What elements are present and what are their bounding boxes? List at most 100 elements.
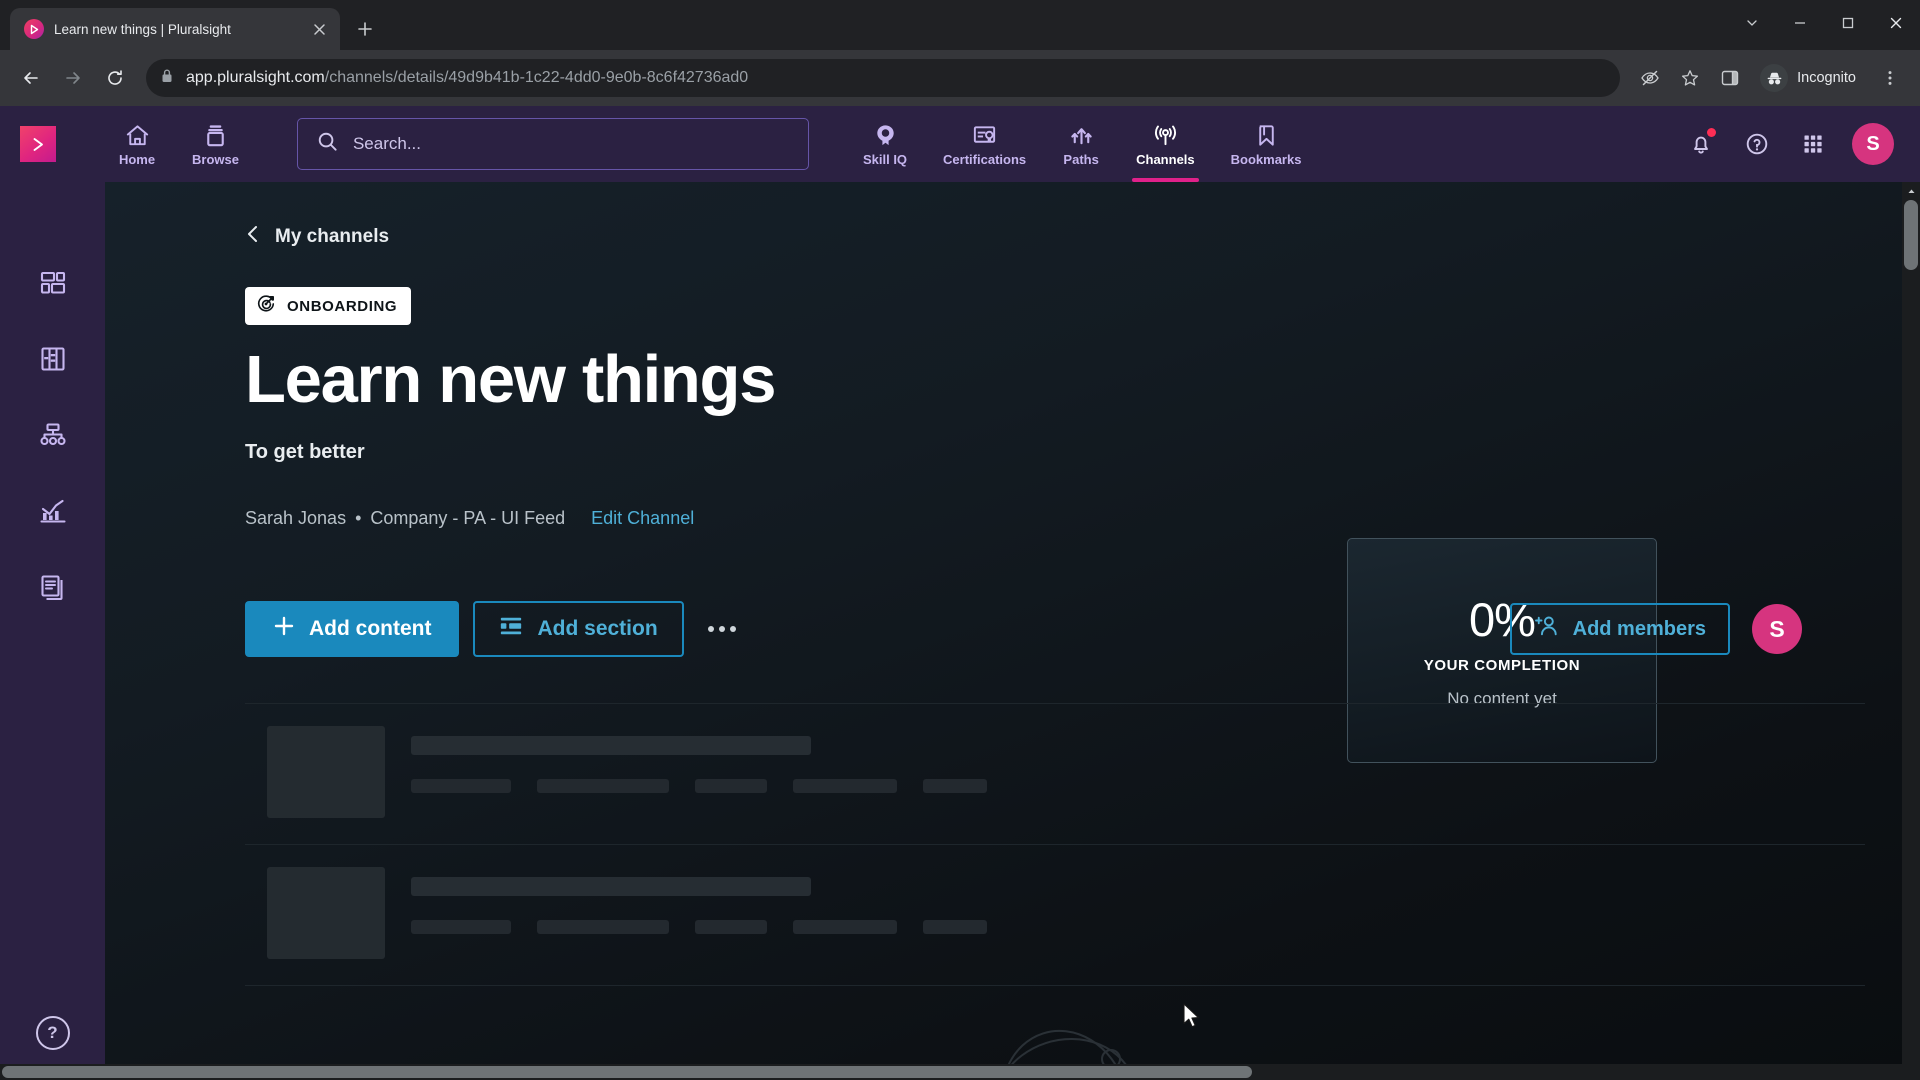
chevron-left-icon[interactable] [245, 224, 261, 249]
horizontal-scrollbar[interactable] [0, 1064, 1902, 1080]
add-members-button[interactable]: Add members [1509, 603, 1730, 656]
window-close-button[interactable] [1872, 0, 1920, 46]
more-options-button[interactable] [696, 603, 748, 655]
edit-channel-link[interactable]: Edit Channel [591, 508, 694, 529]
skeleton-chip [793, 920, 897, 935]
skeleton-lines [411, 726, 1865, 794]
channel-author: Sarah Jonas [245, 508, 347, 529]
side-panel-icon[interactable] [1712, 60, 1748, 96]
add-section-button[interactable]: Add section [473, 601, 684, 658]
status-badge: ONBOARDING [245, 287, 412, 325]
kebab-menu-icon[interactable] [1872, 60, 1908, 96]
notification-badge [1707, 128, 1716, 137]
vertical-scrollbar[interactable] [1902, 182, 1920, 1080]
target-icon [256, 294, 276, 318]
ellipsis-dot [718, 626, 725, 633]
search-icon [316, 130, 339, 158]
window-controls [1728, 0, 1920, 46]
nav-item-certifications[interactable]: Certifications [925, 113, 1044, 175]
nav-label: Channels [1136, 151, 1195, 167]
tab-title: Learn new things | Pluralsight [54, 21, 231, 37]
url-path: /channels/details/49d9b41b-1c22-4dd0-9e0… [324, 69, 749, 86]
url-text: app.pluralsight.com/channels/details/49d… [186, 69, 748, 87]
content-list-skeleton [245, 703, 1865, 1009]
page-viewport: Home Browse Search... Skill IQ Certifica… [0, 106, 1920, 1080]
close-icon[interactable] [308, 18, 330, 40]
skeleton-chip [537, 779, 669, 794]
lock-icon [160, 68, 174, 89]
section-layout-icon [499, 615, 523, 643]
skeleton-thumbnail [267, 726, 385, 819]
browser-tab[interactable]: Learn new things | Pluralsight [10, 8, 340, 50]
skeleton-chip [695, 779, 767, 794]
help-question-icon[interactable] [1740, 127, 1774, 161]
incognito-hat-icon [1760, 64, 1789, 92]
scroll-up-arrow[interactable] [1902, 182, 1920, 200]
horizontal-scroll-thumb[interactable] [2, 1066, 1252, 1078]
add-content-button[interactable]: Add content [245, 601, 460, 658]
nav-item-skill-iq[interactable]: Skill IQ [845, 113, 925, 175]
nav-item-bookmarks[interactable]: Bookmarks [1213, 113, 1320, 175]
member-avatar[interactable]: S [1752, 604, 1802, 655]
pluralsight-favicon [24, 19, 44, 39]
forward-button[interactable] [54, 59, 92, 97]
nav-item-browse[interactable]: Browse [174, 113, 257, 175]
channel-description: To get better [245, 441, 365, 464]
reload-button[interactable] [96, 59, 134, 97]
back-button[interactable] [12, 59, 50, 97]
notifications-bell-icon[interactable] [1684, 127, 1718, 161]
primary-nav-left: Home Browse [100, 113, 257, 175]
top-nav-right-actions: S [1684, 123, 1894, 165]
eye-blocked-icon[interactable] [1632, 60, 1668, 96]
skeleton-chip [923, 920, 987, 935]
apps-grid-icon[interactable] [1796, 127, 1830, 161]
skeleton-lines [411, 867, 1865, 935]
analytics-icon[interactable] [34, 492, 72, 530]
skeleton-chip [537, 920, 669, 935]
meta-separator: • [355, 508, 362, 529]
left-rail: ? [0, 182, 105, 1080]
primary-nav-right: Skill IQ Certifications Paths Channels B… [845, 113, 1320, 182]
incognito-profile-button[interactable]: Incognito [1756, 61, 1868, 95]
plan-board-icon[interactable] [34, 340, 72, 378]
search-input[interactable]: Search... [296, 118, 809, 170]
ellipsis-dot [707, 626, 714, 633]
incognito-label: Incognito [1797, 70, 1856, 86]
tab-strip: Learn new things | Pluralsight [0, 0, 1920, 50]
nav-label: Home [118, 151, 156, 167]
nav-label: Certifications [943, 151, 1027, 167]
maximize-button[interactable] [1824, 0, 1872, 46]
skeleton-chip-row [411, 920, 1865, 935]
breadcrumb[interactable]: My channels [245, 224, 1902, 249]
url-domain: app.pluralsight.com [186, 69, 325, 86]
address-bar[interactable]: app.pluralsight.com/channels/details/49d… [146, 59, 1621, 97]
nav-item-home[interactable]: Home [100, 113, 174, 175]
skeleton-chip [411, 920, 511, 935]
completion-label: YOUR COMPLETION [1423, 657, 1581, 674]
new-tab-button[interactable] [348, 12, 382, 46]
nav-label: Skill IQ [862, 151, 908, 167]
channel-actions: Add content Add section Add members S [245, 601, 1902, 658]
add-content-label: Add content [309, 617, 432, 641]
channel-organization: Company - PA - UI Feed [370, 508, 566, 529]
ellipsis-dot [729, 626, 736, 633]
nav-item-channels[interactable]: Channels [1118, 113, 1213, 182]
page-title: Learn new things [245, 342, 776, 417]
reports-document-icon[interactable] [34, 568, 72, 606]
dashboard-icon[interactable] [34, 264, 72, 302]
skeleton-title-bar [411, 877, 811, 897]
status-badge-label: ONBOARDING [287, 297, 398, 315]
add-section-label: Add section [537, 617, 658, 641]
nav-item-paths[interactable]: Paths [1044, 113, 1118, 175]
chevron-down-icon[interactable] [1728, 0, 1776, 46]
help-button[interactable]: ? [35, 1016, 70, 1050]
breadcrumb-label: My channels [275, 225, 390, 247]
browser-toolbar: app.pluralsight.com/channels/details/49d… [0, 50, 1920, 106]
user-avatar[interactable]: S [1852, 123, 1894, 165]
minimize-button[interactable] [1776, 0, 1824, 46]
org-chart-icon[interactable] [34, 416, 72, 454]
pluralsight-logo[interactable] [20, 126, 56, 162]
skeleton-row-divider [245, 985, 1865, 1009]
star-icon[interactable] [1672, 60, 1708, 96]
vertical-scroll-thumb[interactable] [1904, 200, 1918, 270]
